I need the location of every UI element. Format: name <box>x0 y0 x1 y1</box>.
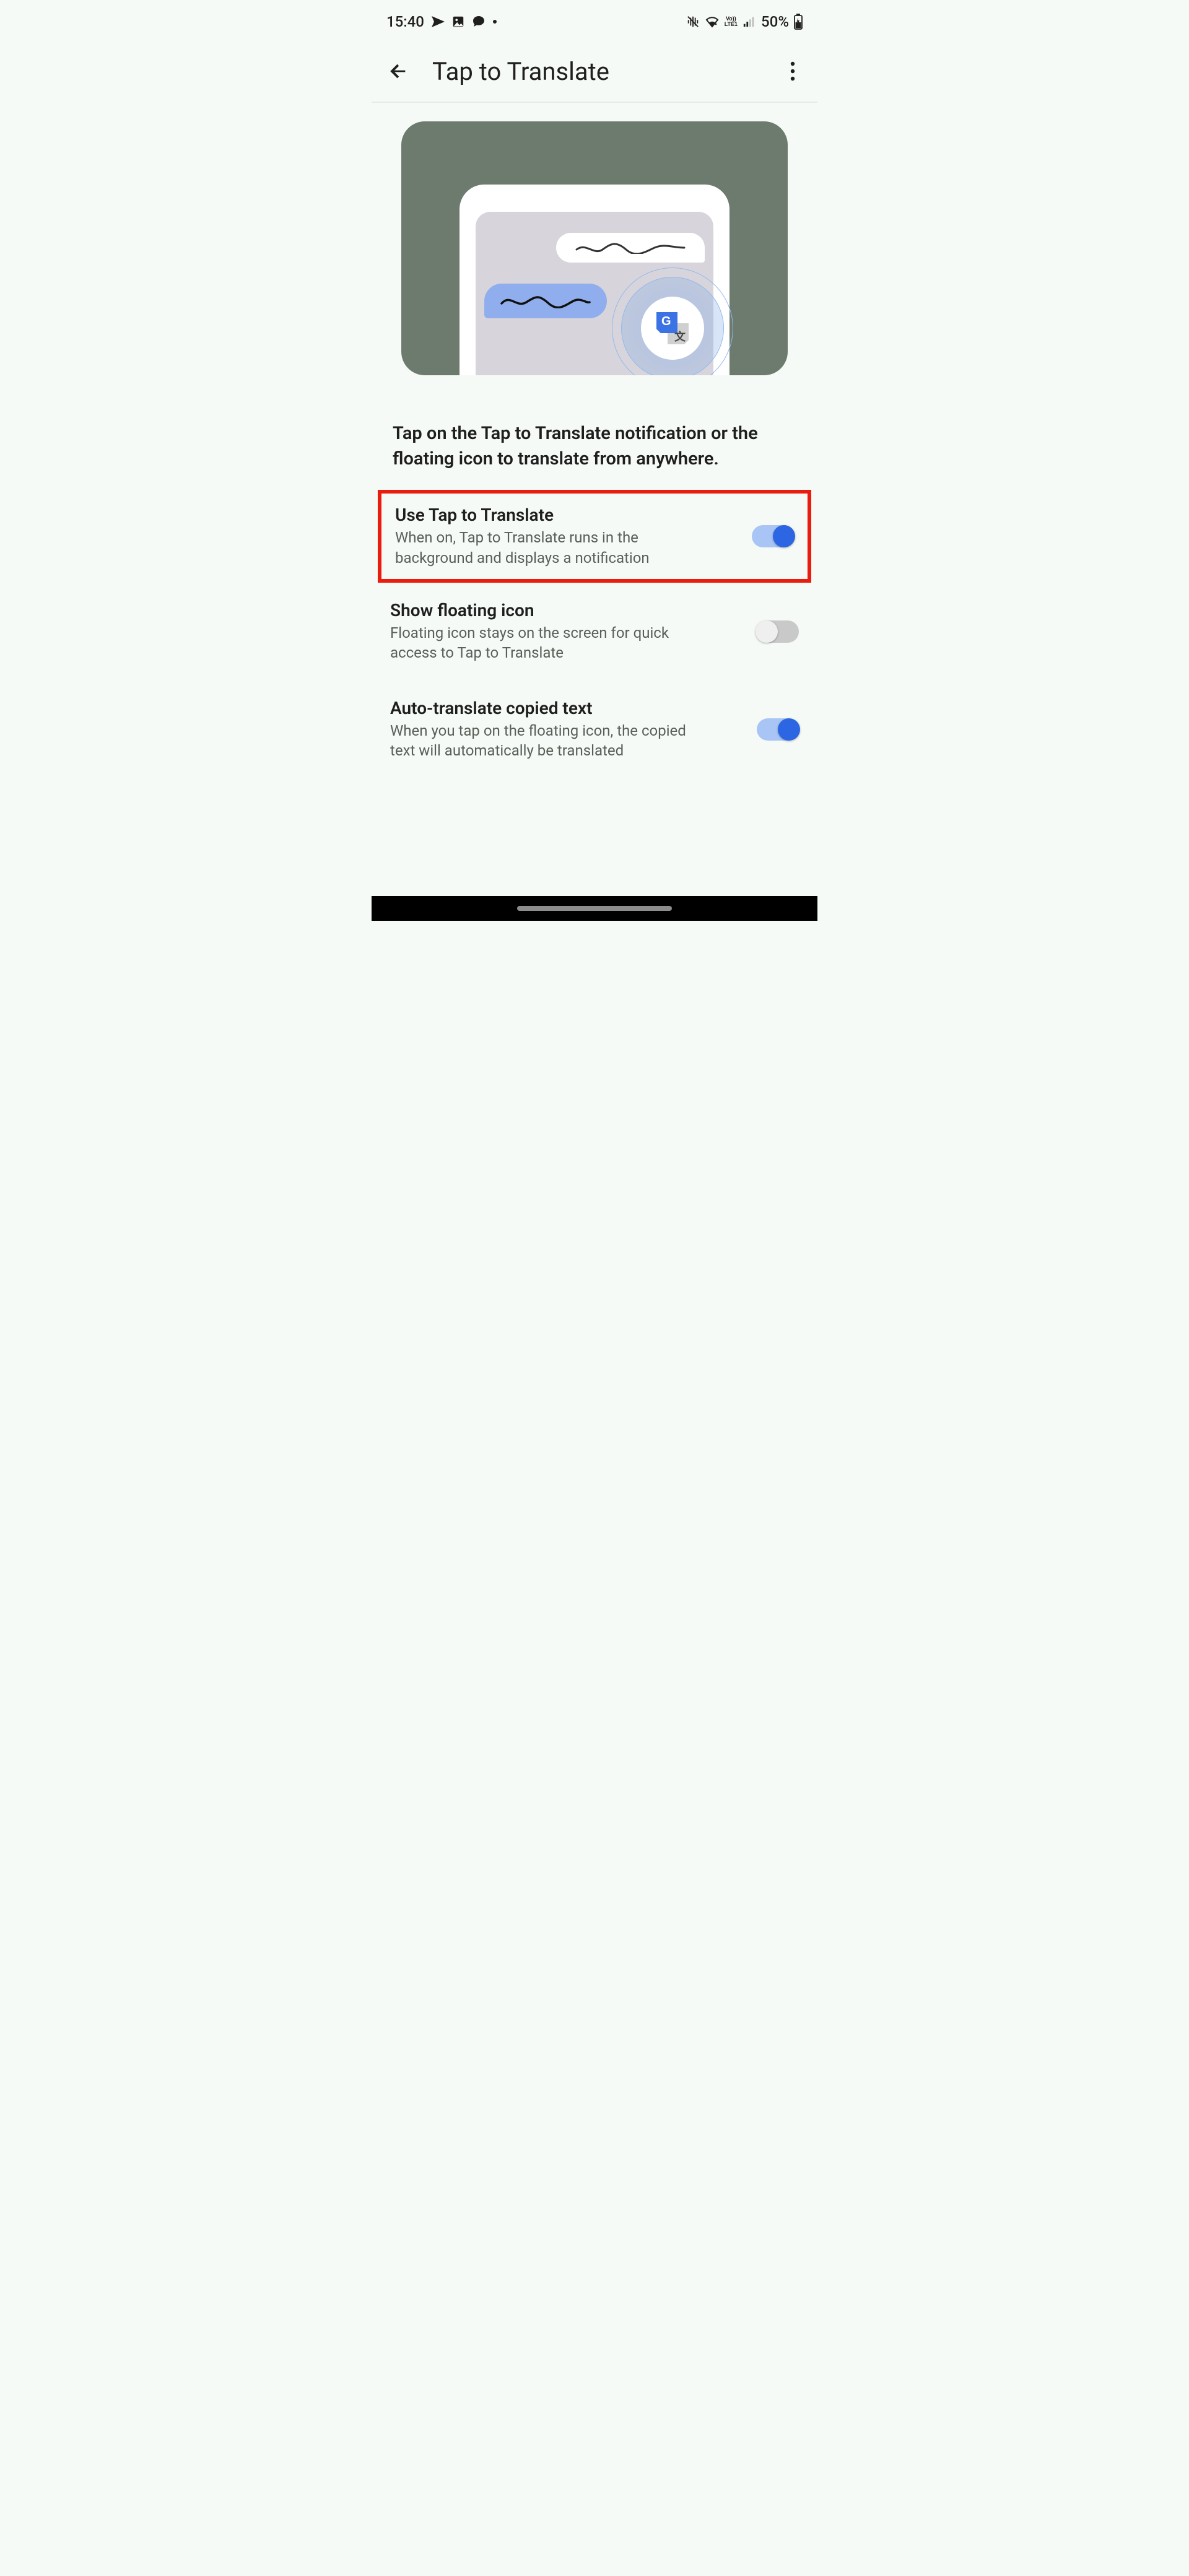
app-bar: Tap to Translate <box>372 43 817 103</box>
setting-subtitle: When on, Tap to Translate runs in the ba… <box>395 528 717 568</box>
arrow-back-icon <box>388 61 409 82</box>
setting-auto-translate-copied[interactable]: Auto-translate copied text When you tap … <box>372 681 817 778</box>
wifi-icon <box>705 14 720 29</box>
setting-title: Show floating icon <box>390 600 742 620</box>
feature-description: Tap on the Tap to Translate notification… <box>372 375 817 490</box>
status-bar: 15:40 Vo))LTE1 50% <box>372 0 817 43</box>
system-nav-bar <box>372 896 817 921</box>
setting-show-floating-icon[interactable]: Show floating icon Floating icon stays o… <box>372 583 817 681</box>
image-icon <box>451 15 465 28</box>
page-title: Tap to Translate <box>432 57 760 86</box>
more-vert-icon <box>790 61 795 82</box>
battery-percentage: 50% <box>761 13 789 30</box>
status-time: 15:40 <box>386 13 424 30</box>
setting-subtitle: Floating icon stays on the screen for qu… <box>390 623 712 663</box>
setting-use-tap-to-translate[interactable]: Use Tap to Translate When on, Tap to Tra… <box>378 490 811 583</box>
cell-signal-icon <box>743 15 756 28</box>
setting-title: Use Tap to Translate <box>395 505 737 525</box>
volte-icon: Vo))LTE1 <box>725 16 738 27</box>
feature-illustration: G 文 <box>372 103 817 375</box>
toggle-use-tap-to-translate[interactable] <box>752 525 794 547</box>
toggle-auto-translate-copied[interactable] <box>757 718 799 741</box>
setting-subtitle: When you tap on the floating icon, the c… <box>390 721 712 761</box>
gesture-pill[interactable] <box>517 906 672 911</box>
toggle-show-floating-icon[interactable] <box>757 620 799 643</box>
setting-title: Auto-translate copied text <box>390 698 742 718</box>
chat-bubble-icon <box>471 14 486 29</box>
back-button[interactable] <box>383 56 414 87</box>
translate-fab-icon: G 文 <box>641 297 704 360</box>
overflow-menu-button[interactable] <box>779 56 806 87</box>
vibrate-mute-icon <box>686 15 700 28</box>
settings-list: Use Tap to Translate When on, Tap to Tra… <box>372 490 817 796</box>
more-dot-icon <box>492 14 497 29</box>
battery-icon <box>794 14 803 30</box>
send-icon <box>430 14 445 29</box>
